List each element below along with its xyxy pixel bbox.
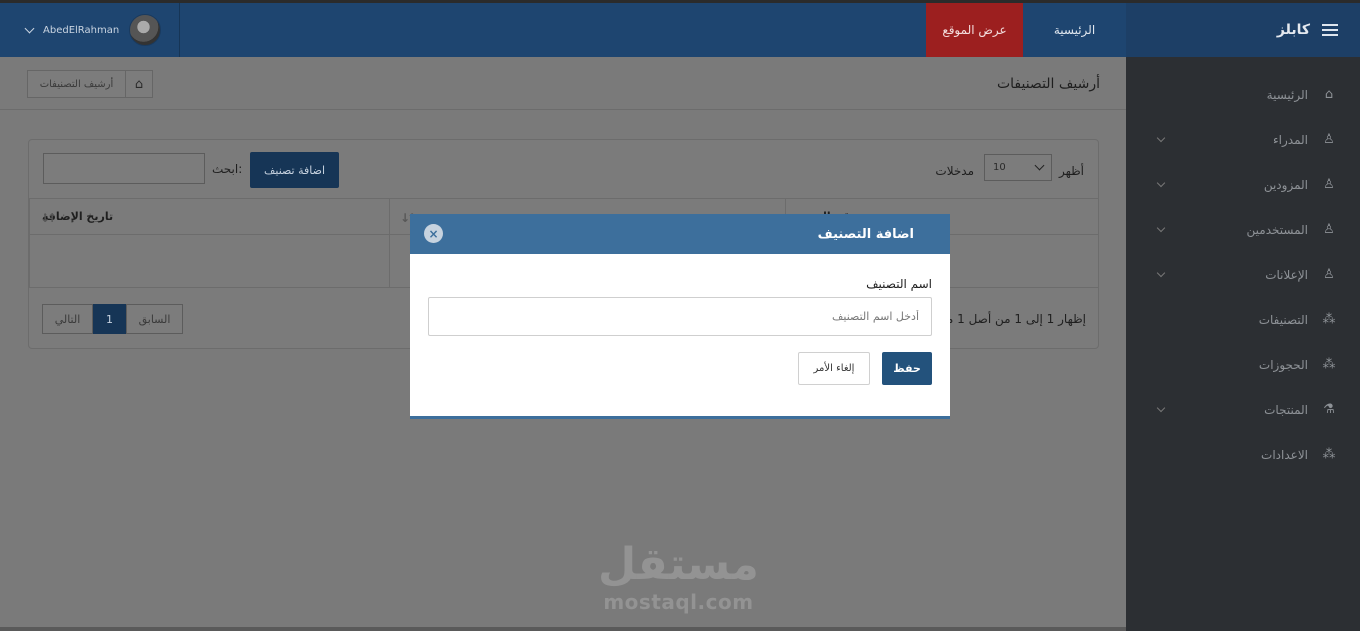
column-header-date[interactable]: تاريخ الإضافة ↓↑ [29,199,389,234]
cubes-icon: ⁂ [1322,447,1336,462]
sidebar: الرئيسية ⌂ المدراء ♙ المزودين ♙ المستخدم… [1126,57,1360,631]
sidebar-item-label: المستخدمين [1246,222,1308,237]
sidebar-item-label: التصنيفات [1258,312,1308,327]
sidebar-item-categories[interactable]: التصنيفات ⁂ [1126,297,1360,342]
modal-header: اضافة التصنيف × [410,214,950,254]
top-navbar: AbedElRahman عرض الموقع الرئيسية كابلز [0,0,1360,57]
chevron-down-icon [24,23,35,33]
sidebar-item-label: المزودين [1263,177,1308,192]
user-icon: ♙ [1323,132,1335,147]
add-category-modal: اضافة التصنيف × اسم التصنيف حفظ إلغاء ال… [410,214,950,419]
user-icon: ♙ [1323,267,1335,282]
sidebar-item-providers[interactable]: المزودين ♙ [1126,162,1360,207]
pagination: التالي 1 السابق [42,304,183,334]
show-label: أظهر [1058,164,1084,178]
nav-home-link[interactable]: الرئيسية [1023,3,1126,57]
page-length-select[interactable]: 10 [984,154,1052,181]
sidebar-item-managers[interactable]: المدراء ♙ [1126,117,1360,162]
menu-toggle-icon[interactable] [1322,24,1338,36]
brand[interactable]: كابلز [1126,3,1360,57]
brand-name: كابلز [1276,22,1310,38]
sidebar-item-settings[interactable]: الاعدادات ⁂ [1126,432,1360,477]
modal-title: اضافة التصنيف [817,227,914,242]
search-label: ابحث: [212,162,243,176]
sidebar-item-ads[interactable]: الإعلانات ♙ [1126,252,1360,297]
close-icon[interactable]: × [424,224,443,243]
sidebar-item-users[interactable]: المستخدمين ♙ [1126,207,1360,252]
current-page-button[interactable]: 1 [93,304,126,334]
breadcrumb: أرشيف التصنيفات ⌂ [27,70,153,98]
user-name: AbedElRahman [43,24,120,36]
previous-page-button[interactable]: السابق [126,304,183,334]
user-menu[interactable]: AbedElRahman [0,3,180,57]
sidebar-item-bookings[interactable]: الحجوزات ⁂ [1126,342,1360,387]
search-input[interactable] [43,153,205,184]
table-cell [29,235,389,287]
page-title: أرشيف التصنيفات [996,76,1100,92]
category-name-input[interactable] [428,297,932,336]
sidebar-item-label: الحجوزات [1258,357,1308,372]
home-icon: ⌂ [1324,87,1334,102]
sidebar-item-label: الإعلانات [1265,267,1308,282]
cancel-button[interactable]: إلغاء الأمر [798,352,870,385]
user-icon: ♙ [1323,177,1335,192]
chevron-down-icon [1156,268,1166,278]
flask-icon: ⚗ [1323,402,1335,417]
entries-label: مدخلات [935,164,974,178]
sidebar-item-products[interactable]: المنتجات ⚗ [1126,387,1360,432]
chevron-down-icon [1156,133,1166,143]
sidebar-item-label: الرئيسية [1266,87,1308,102]
watermark: مستقل mostaql.com [598,539,759,615]
page-length-value: 10 [993,162,1006,173]
chevron-down-icon [1156,178,1166,188]
home-icon[interactable]: ⌂ [125,71,152,97]
sidebar-item-label: المنتجات [1264,402,1308,417]
chevron-down-icon [1034,160,1045,171]
avatar [129,14,162,46]
sidebar-item-label: المدراء [1273,132,1308,147]
category-name-label: اسم التصنيف [866,277,932,291]
user-icon: ♙ [1323,222,1335,237]
cubes-icon: ⁂ [1322,357,1336,372]
watermark-arabic: مستقل [598,539,759,590]
chevron-down-icon [1156,223,1166,233]
watermark-latin: mostaql.com [603,590,754,614]
save-button[interactable]: حفظ [882,352,932,385]
chevron-down-icon [1156,403,1166,413]
page-header: أرشيف التصنيفات أرشيف التصنيفات ⌂ [0,57,1126,110]
cubes-icon: ⁂ [1322,312,1336,327]
breadcrumb-item[interactable]: أرشيف التصنيفات [28,71,125,97]
add-category-button[interactable]: اضافة تصنيف [250,152,339,188]
footer-strip [0,627,1126,631]
view-site-button[interactable]: عرض الموقع [926,3,1023,57]
sort-icon: ↓↑ [40,211,57,225]
sidebar-item-home[interactable]: الرئيسية ⌂ [1126,72,1360,117]
sidebar-item-label: الاعدادات [1261,447,1308,462]
next-page-button[interactable]: التالي [42,304,93,334]
